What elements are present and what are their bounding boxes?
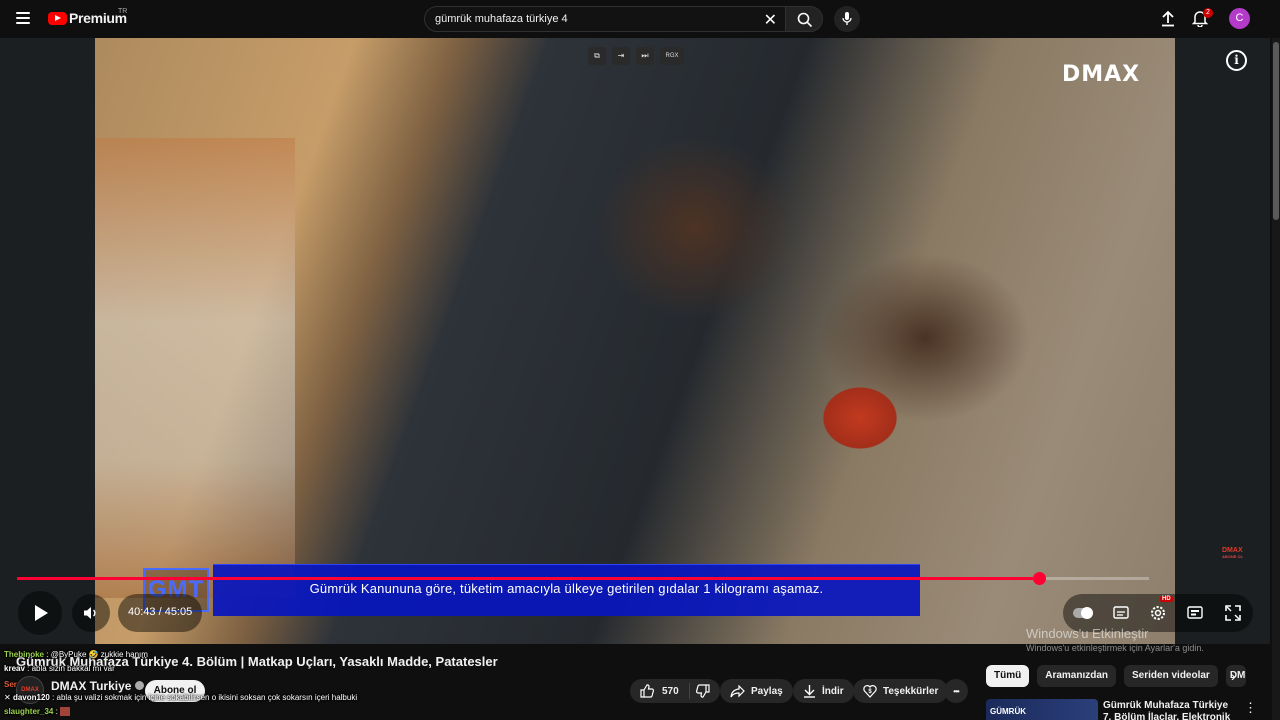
chat-message: kreav : abla sizin bakkal mı var	[4, 664, 115, 673]
chat-username: Ser	[4, 680, 17, 689]
chat-message: ✕ davon120 : abla şu valizi sokmak için …	[4, 693, 357, 702]
volume-icon	[84, 607, 96, 619]
share-label: Paylaş	[751, 685, 783, 697]
chat-username: davon120	[12, 693, 50, 702]
windows-activation-subtitle: Windows'u etkinleştirmek için Ayarlar'a …	[1026, 643, 1204, 653]
autoplay-toggle[interactable]	[1073, 607, 1093, 619]
account-avatar[interactable]: C	[1229, 8, 1250, 29]
clear-search-icon[interactable]: ✕	[764, 10, 777, 30]
time-text: 40:43 / 45:05	[128, 606, 193, 618]
download-button[interactable]: İndir	[793, 679, 854, 703]
share-button[interactable]: Paylaş	[720, 679, 793, 703]
chip-all[interactable]: Tümü	[986, 665, 1030, 687]
windows-activation-title: Windows'u Etkinleştir	[1026, 626, 1149, 641]
channel-name-text[interactable]: DMAX Turkiye	[51, 679, 131, 693]
settings-gear-icon[interactable]	[1150, 605, 1166, 621]
channel-name[interactable]: DMAX Turkiye	[51, 679, 145, 693]
progress-played	[17, 577, 1040, 580]
chat-message: Ser	[4, 680, 17, 689]
upload-icon[interactable]	[1160, 10, 1176, 27]
subtitle-text: Gümrük Kanununa göre, tüketim amacıyla ü…	[309, 581, 824, 596]
thumbs-up-icon	[640, 684, 654, 698]
download-icon	[804, 685, 815, 698]
notification-count-badge: 2	[1203, 8, 1213, 18]
verified-badge-icon	[135, 681, 145, 690]
dmax-corner-logo[interactable]: DMAX ABONE OL	[1222, 547, 1243, 559]
chat-text: : abla şu valizi sokmak için içine sokab…	[52, 693, 358, 702]
chat-username: kreav	[4, 664, 25, 673]
chip-series-videos[interactable]: Seriden videolar	[1124, 665, 1218, 687]
chip-from-search[interactable]: Aramanızdan	[1037, 665, 1117, 687]
notifications-button[interactable]: 2	[1191, 8, 1213, 30]
more-actions-button[interactable]: •••	[944, 679, 968, 703]
voice-search-button[interactable]	[834, 6, 860, 32]
progress-bar[interactable]	[17, 572, 1149, 585]
super-thanks-icon: $	[863, 685, 877, 698]
extension-toolbar: ⧉ ⇥ ⏭ RGX	[588, 47, 684, 65]
chat-text: : @ByPuke 🤣 zukkie hanım	[46, 650, 148, 659]
scrollbar-thumb[interactable]	[1273, 42, 1279, 220]
recommendation-chips: Tümü Aramanızdan Seriden videolar DM	[986, 665, 1246, 687]
fullscreen-icon[interactable]	[1225, 605, 1241, 621]
video-frame-left-box	[95, 138, 295, 598]
chat-message: Thebinoke : @ByPuke 🤣 zukkie hanım	[4, 650, 148, 659]
hd-badge: HD	[1160, 596, 1173, 602]
page-scrollbar[interactable]	[1272, 38, 1280, 720]
info-icon[interactable]: i	[1226, 50, 1247, 71]
svg-text:$: $	[868, 689, 872, 695]
search-box[interactable]: gümrük muhafaza türkiye 4 ✕	[424, 6, 786, 32]
download-label: İndir	[822, 685, 844, 697]
time-display: 40:43 / 45:05	[118, 594, 202, 632]
subtitles-icon[interactable]	[1113, 606, 1129, 619]
chat-text: :	[55, 707, 58, 716]
close-icon[interactable]: ✕	[4, 693, 13, 702]
recommendation-more-icon[interactable]: ⋮	[1244, 700, 1257, 716]
emote-icon	[60, 707, 71, 717]
thumbs-down-icon[interactable]	[695, 684, 710, 698]
more-actions-icon: •••	[953, 686, 959, 696]
video-player[interactable]: ⧉ ⇥ ⏭ RGX DMAX i DMAX ABONE OL GMT Gümrü…	[0, 38, 1270, 644]
rgx-extension-button[interactable]: RGX	[660, 47, 684, 65]
like-button[interactable]: 570	[640, 683, 690, 699]
youtube-premium-logo[interactable]: Premium TR	[48, 8, 128, 26]
thumbnail-text: GÜMRÜK	[990, 707, 1026, 716]
microphone-icon	[842, 12, 852, 25]
chat-text: : abla sizin bakkal mı var	[27, 664, 115, 673]
dmax-watermark-logo: DMAX	[1062, 62, 1141, 87]
thanks-button[interactable]: $ Teşekkürler	[853, 679, 949, 703]
chevron-right-icon[interactable]: ›	[1231, 668, 1236, 684]
search-button[interactable]	[785, 6, 823, 32]
corner-logo-subtext: ABONE OL	[1222, 554, 1244, 559]
logo-country-code: TR	[118, 8, 128, 15]
skip-extension-button[interactable]: ⏭	[636, 47, 654, 65]
exit-extension-button[interactable]: ⇥	[612, 47, 630, 65]
play-button[interactable]	[18, 591, 62, 635]
share-icon	[730, 684, 745, 697]
pip-extension-button[interactable]: ⧉	[588, 47, 606, 65]
like-count: 570	[662, 685, 679, 697]
miniplayer-icon[interactable]	[1187, 606, 1203, 619]
youtube-play-icon	[48, 11, 67, 25]
top-bar: Premium TR gümrük muhafaza türkiye 4 ✕ 2…	[0, 0, 1280, 38]
search-icon	[797, 12, 813, 28]
recommended-video-title[interactable]: Gümrük Muhafaza Türkiye 7. Bölüm İlaçlar…	[1103, 700, 1231, 720]
volume-button[interactable]	[72, 594, 110, 632]
recommended-video-thumbnail[interactable]: GÜMRÜK	[986, 699, 1098, 720]
chat-message: slaughter_34 :	[4, 707, 71, 717]
burned-subtitle-bar: Gümrük Kanununa göre, tüketim amacıyla ü…	[213, 564, 920, 616]
thanks-label: Teşekkürler	[883, 685, 939, 697]
corner-logo-text: DMAX	[1222, 547, 1243, 554]
hamburger-menu-icon[interactable]	[16, 12, 30, 24]
chat-username: slaughter_34	[4, 707, 54, 716]
like-dislike-group: 570	[630, 679, 720, 703]
search-input[interactable]: gümrük muhafaza türkiye 4	[435, 13, 568, 25]
chat-username: Thebinoke	[4, 650, 45, 659]
